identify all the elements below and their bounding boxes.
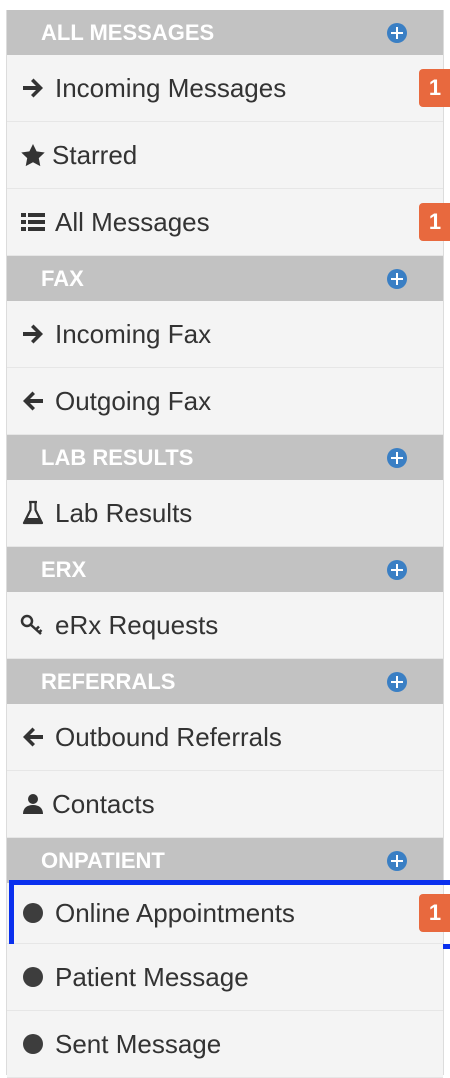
sidebar-item-outgoing-fax[interactable]: Outgoing Fax <box>7 368 443 435</box>
unread-count-badge: 1 <box>419 894 450 932</box>
section-header-all-messages: ALL MESSAGES <box>7 10 443 55</box>
sidebar-item-label: Online Appointments <box>55 898 295 928</box>
arrow-left-icon <box>19 704 47 770</box>
sidebar-item-all-messages[interactable]: All Messages 1 <box>7 189 450 256</box>
circle-icon <box>19 1011 47 1077</box>
sidebar-item-starred[interactable]: Starred <box>7 122 443 189</box>
section-header-fax: FAX <box>7 256 443 301</box>
sidebar-item-outbound-referrals[interactable]: Outbound Referrals <box>7 704 443 771</box>
sidebar-item-patient-message[interactable]: Patient Message <box>7 944 443 1011</box>
sidebar-item-incoming-fax[interactable]: Incoming Fax <box>7 301 443 368</box>
section-title: ERX <box>41 557 87 582</box>
sidebar-item-label: Outbound Referrals <box>55 722 282 752</box>
sidebar-item-label: Starred <box>52 140 138 170</box>
circle-icon <box>19 883 47 943</box>
sidebar-item-label: Patient Message <box>55 962 249 992</box>
unread-count-badge: 1 <box>419 203 450 241</box>
add-fax-icon[interactable] <box>387 269 407 289</box>
sidebar-item-label: Outgoing Fax <box>55 386 212 416</box>
arrow-left-icon <box>19 368 47 434</box>
arrow-right-icon <box>19 301 47 367</box>
section-title: ALL MESSAGES <box>41 20 215 45</box>
section-title: REFERRALS <box>41 669 176 694</box>
sidebar-item-label: eRx Requests <box>55 610 219 640</box>
user-icon <box>19 771 47 837</box>
sidebar-item-online-appointments[interactable]: Online Appointments 1 <box>7 880 450 949</box>
sidebar-item-contacts[interactable]: Contacts <box>7 771 443 838</box>
list-icon <box>19 189 47 255</box>
section-title: LAB RESULTS <box>41 445 194 470</box>
section-header-referrals: REFERRALS <box>7 659 443 704</box>
sidebar-item-label: Sent Message <box>55 1029 222 1059</box>
sidebar: ALL MESSAGES Incoming Messages 1 Starred… <box>6 10 450 1078</box>
section-title: ONPATIENT <box>41 848 165 873</box>
sidebar-item-lab-results[interactable]: Lab Results <box>7 480 443 547</box>
add-referral-icon[interactable] <box>387 672 407 692</box>
add-onpatient-icon[interactable] <box>387 851 407 871</box>
add-erx-icon[interactable] <box>387 560 407 580</box>
sidebar-item-incoming-messages[interactable]: Incoming Messages 1 <box>7 55 450 122</box>
sidebar-item-sent-message[interactable]: Sent Message <box>7 1011 443 1078</box>
add-message-icon[interactable] <box>387 23 407 43</box>
section-header-erx: ERX <box>7 547 443 592</box>
key-icon <box>19 592 47 658</box>
section-header-lab-results: LAB RESULTS <box>7 435 443 480</box>
sidebar-item-label: Incoming Messages <box>55 73 287 103</box>
section-title: FAX <box>41 266 84 291</box>
sidebar-item-label: Lab Results <box>55 498 193 528</box>
star-icon <box>19 122 47 188</box>
circle-icon <box>19 944 47 1010</box>
add-lab-result-icon[interactable] <box>387 448 407 468</box>
sidebar-item-label: Incoming Fax <box>55 319 212 349</box>
unread-count-badge: 1 <box>419 69 450 107</box>
arrow-right-icon <box>19 55 47 121</box>
flask-icon <box>19 480 47 546</box>
section-header-onpatient: ONPATIENT <box>7 838 443 883</box>
sidebar-item-erx-requests[interactable]: eRx Requests <box>7 592 443 659</box>
sidebar-item-label: All Messages <box>55 207 210 237</box>
sidebar-item-label: Contacts <box>52 789 155 819</box>
